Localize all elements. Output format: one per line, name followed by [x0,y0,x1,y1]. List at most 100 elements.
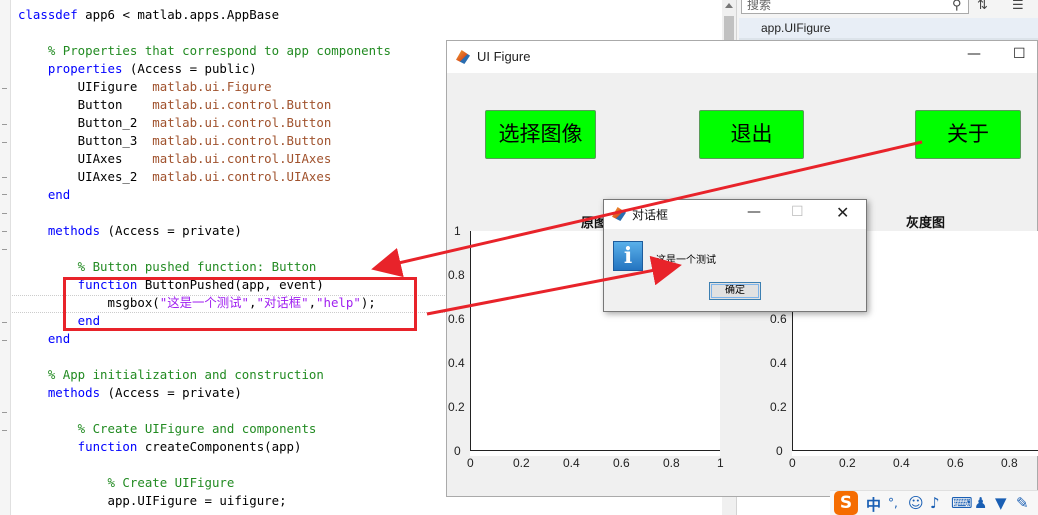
code-line[interactable]: % Properties that correspond to app comp… [18,42,391,60]
sort-icon[interactable]: ⇅ [977,0,988,13]
x-tick-label: 1 [717,456,724,470]
x-tick-label: 0.6 [947,456,964,470]
code-token: matlab.ui.control.UIAxes [152,169,332,184]
y-tick-label: 1 [454,224,461,238]
user-icon[interactable]: ♟ [974,494,987,512]
code-line[interactable]: UIAxes_2 matlab.ui.control.UIAxes [18,168,332,186]
keyboard-icon[interactable]: ⌨ [951,494,973,512]
dialog-message: 这是一个测试 [656,255,716,266]
maximize-icon[interactable]: ☐ [1013,46,1026,62]
code-token: matlab.ui.Figure [152,79,272,94]
code-line[interactable]: UIAxes matlab.ui.control.UIAxes [18,150,332,168]
code-token: UIFigure [18,79,153,94]
gutter-mark [2,194,7,195]
code-line[interactable]: Button_3 matlab.ui.control.Button [18,132,332,150]
component-browser: 搜索 ⚲ ⇅ ☰ app.UIFigure [737,0,1038,45]
emoji-icon[interactable]: ☺ [908,494,924,512]
code-token: % Properties that correspond to app comp… [18,43,391,58]
code-token: createComponents(app) [137,439,302,454]
code-token: % Create UIFigure [18,475,235,490]
skin-icon[interactable]: ▼ [995,494,1007,512]
x-tick-label: 0.4 [893,456,910,470]
code-token: end [18,187,71,202]
code-token: matlab.ui.control.UIAxes [152,151,332,166]
code-token: % Button pushed function: Button [18,259,317,274]
code-line[interactable]: function createComponents(app) [18,438,302,456]
code-token: (Access = private) [100,223,242,238]
gutter-mark [2,340,7,341]
y-tick-label: 0.2 [770,400,787,414]
ime-toolbar: S 中 °, ☺ ♪ ⌨ ♟ ▼ ✎ [830,490,1038,515]
code-token: end [18,331,71,346]
code-line[interactable]: % Create UIFigure [18,474,235,492]
code-line[interactable]: % App initialization and construction [18,366,324,384]
chinese-mode-icon[interactable]: 中 [866,494,881,515]
y-tick-label: 0.6 [770,312,787,326]
code-token: properties [18,61,123,76]
search-icon[interactable]: ⚲ [952,0,962,13]
component-search-input[interactable]: 搜索 [741,0,969,14]
dialog-title-bar: 对话框 — ☐ ✕ [604,200,866,229]
code-token: methods [18,385,101,400]
code-line[interactable]: app.UIFigure = uifigure; [18,492,287,510]
y-axis-line [470,231,471,451]
code-line[interactable]: end [18,186,70,204]
code-line[interactable]: % Button pushed function: Button [18,258,317,276]
component-item-uifigure[interactable]: app.UIFigure [739,18,1038,38]
code-token: app.UIFigure = uifigure; [18,493,287,508]
gutter-mark [2,322,7,323]
code-line[interactable]: % Create UIFigure and components [18,420,317,438]
code-token: matlab.ui.control.Button [152,115,332,130]
code-line[interactable]: properties (Access = public) [18,60,257,78]
editor-gutter [0,0,11,515]
tools-icon[interactable]: ✎ [1016,494,1029,512]
select-image-button[interactable]: 选择图像 [485,110,596,159]
exit-button[interactable]: 退出 [699,110,804,159]
x-tick-label: 0.4 [563,456,580,470]
x-tick-label: 0.2 [839,456,856,470]
code-line[interactable]: UIFigure matlab.ui.Figure [18,78,272,96]
code-token: function [18,439,138,454]
x-tick-label: 0 [467,456,474,470]
code-token: (Access = public) [122,61,257,76]
code-line[interactable]: methods (Access = private) [18,384,242,402]
x-tick-label: 0.8 [663,456,680,470]
code-token: classdef [18,7,78,22]
code-token: (Access = private) [100,385,242,400]
info-icon: i [613,241,643,271]
scroll-up-icon[interactable] [725,3,733,8]
code-token: % Create UIFigure and components [18,421,317,436]
code-line[interactable]: Button_2 matlab.ui.control.Button [18,114,332,132]
microphone-icon[interactable]: ♪ [930,494,940,512]
close-icon[interactable]: ✕ [836,203,849,222]
code-token: % App initialization and construction [18,367,324,382]
matlab-logo-icon [612,207,626,221]
code-token: Button_2 [18,115,153,130]
minimize-icon[interactable]: — [967,46,981,62]
options-icon[interactable]: ☰ [1012,0,1024,13]
y-tick-label: 0.8 [448,268,465,282]
dialog-title: 对话框 [632,208,669,222]
y-tick-label: 0 [454,444,461,458]
about-button[interactable]: 关于 [915,110,1021,159]
punctuation-icon[interactable]: °, [888,496,898,510]
gutter-mark [2,177,7,178]
ok-button[interactable]: 确定 [709,282,761,300]
gutter-mark [2,231,7,232]
code-line[interactable]: end [18,330,70,348]
code-token: matlab.ui.control.Button [152,97,332,112]
code-line[interactable]: Button matlab.ui.control.Button [18,96,332,114]
figure-title: UI Figure [477,49,531,64]
code-line[interactable]: methods (Access = private) [18,222,242,240]
minimize-icon[interactable]: — [747,204,761,220]
annotation-highlight-box [63,277,417,331]
sogou-logo-icon[interactable]: S [834,491,858,515]
message-dialog: 对话框 — ☐ ✕ i 这是一个测试 确定 [603,199,867,312]
matlab-logo-icon [456,50,470,64]
code-token: methods [18,223,101,238]
x-tick-label: 0.2 [513,456,530,470]
code-token: UIAxes_2 [18,169,153,184]
code-line[interactable]: classdef app6 < matlab.apps.AppBase [18,6,279,24]
code-token: UIAxes [18,151,153,166]
code-token: Button_3 [18,133,153,148]
